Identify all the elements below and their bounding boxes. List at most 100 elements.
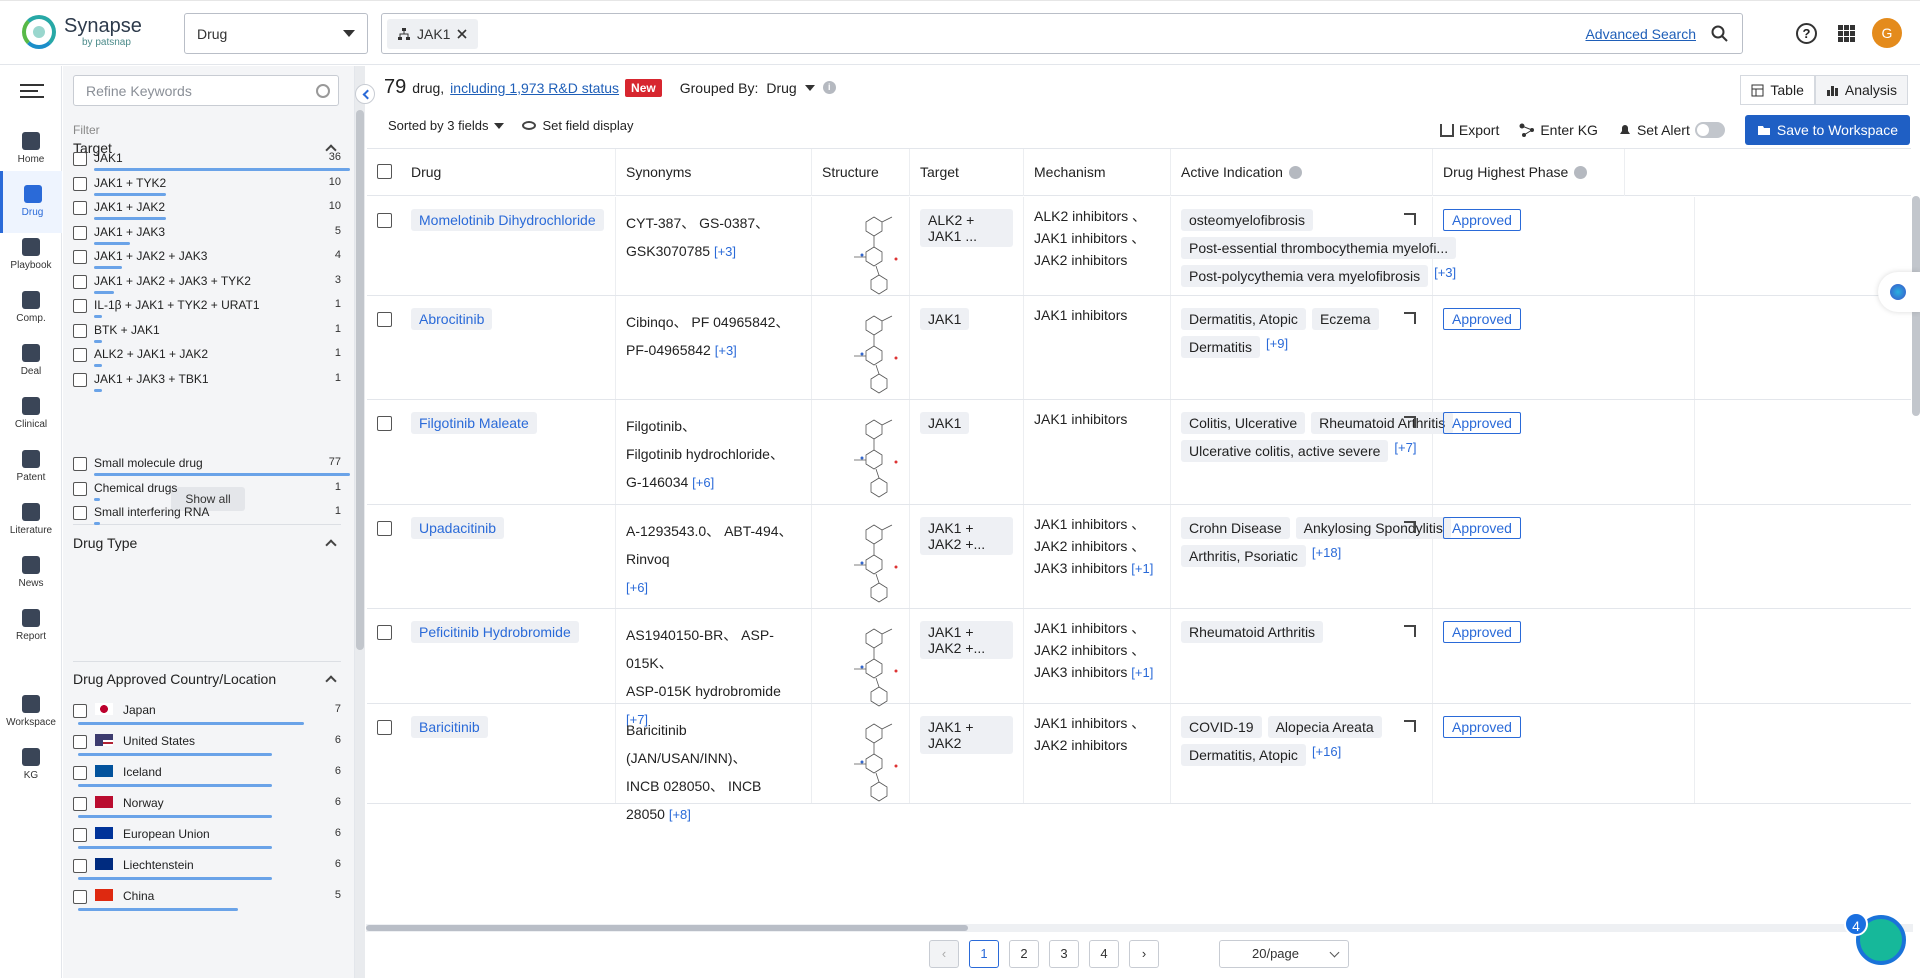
expand-icon[interactable] bbox=[1404, 625, 1416, 637]
mechanism-more-link[interactable]: [+1] bbox=[1131, 665, 1153, 680]
tab-table[interactable]: Table bbox=[1740, 75, 1814, 105]
checkbox[interactable] bbox=[73, 828, 87, 842]
filter-scrollbar[interactable] bbox=[355, 66, 365, 978]
set-alert-control[interactable]: Set Alert bbox=[1618, 122, 1725, 138]
sort-dropdown[interactable]: Sorted by 3 fields bbox=[388, 118, 504, 133]
country-group-title[interactable]: Drug Approved Country/Location bbox=[73, 671, 276, 687]
indication-chip[interactable]: Crohn Disease bbox=[1181, 517, 1290, 539]
save-to-workspace-button[interactable]: Save to Workspace bbox=[1745, 115, 1910, 145]
info-icon[interactable] bbox=[1574, 166, 1587, 179]
expand-icon[interactable] bbox=[1404, 416, 1416, 428]
advanced-search-link[interactable]: Advanced Search bbox=[1585, 26, 1696, 42]
expand-icon[interactable] bbox=[1404, 521, 1416, 533]
checkbox[interactable] bbox=[73, 275, 87, 289]
drugtype-group-title[interactable]: Drug Type bbox=[73, 535, 137, 551]
indication-chip[interactable]: Eczema bbox=[1312, 308, 1379, 330]
checkbox[interactable] bbox=[73, 797, 87, 811]
checkbox[interactable] bbox=[73, 348, 87, 362]
target-chip[interactable]: JAK1 bbox=[920, 308, 969, 330]
filter-option[interactable]: European Union6 bbox=[73, 824, 341, 854]
page-button-3[interactable]: 3 bbox=[1049, 940, 1079, 968]
checkbox[interactable] bbox=[73, 250, 87, 264]
search-tag[interactable]: JAK1 bbox=[387, 19, 478, 49]
indication-more-link[interactable]: [+16] bbox=[1312, 744, 1341, 766]
target-chip[interactable]: JAK1 + JAK2 +... bbox=[920, 517, 1013, 555]
column-header-target[interactable]: Target bbox=[910, 149, 1024, 196]
question-circle-icon[interactable]: ? bbox=[1796, 23, 1817, 44]
tab-analysis[interactable]: Analysis bbox=[1815, 75, 1908, 105]
expand-icon[interactable] bbox=[1404, 213, 1416, 225]
chevron-right-icon[interactable]: › bbox=[1129, 940, 1159, 968]
checkbox[interactable] bbox=[73, 201, 87, 215]
synapse-logo[interactable]: Synapse by patsnap bbox=[22, 15, 142, 49]
indication-chip[interactable]: COVID-19 bbox=[1181, 716, 1262, 738]
column-header-mechanism[interactable]: Mechanism bbox=[1024, 149, 1171, 196]
indication-chip[interactable]: Post-polycythemia vera myelofibrosis bbox=[1181, 265, 1428, 287]
target-chip[interactable]: JAK1 + JAK2 +... bbox=[920, 621, 1013, 659]
filter-option[interactable]: Liechtenstein6 bbox=[73, 855, 341, 885]
drug-name-link[interactable]: Momelotinib Dihydrochloride bbox=[411, 209, 604, 231]
checkbox[interactable] bbox=[73, 457, 87, 471]
enter-kg-button[interactable]: Enter KG bbox=[1519, 122, 1598, 138]
rd-status-link[interactable]: including 1,973 R&D status bbox=[450, 80, 619, 96]
grid-icon[interactable] bbox=[1838, 25, 1855, 42]
checkbox[interactable] bbox=[73, 735, 87, 749]
row-checkbox[interactable] bbox=[377, 521, 392, 536]
indication-chip[interactable]: Dermatitis bbox=[1181, 336, 1260, 358]
search-input[interactable]: JAK1 Advanced Search bbox=[381, 13, 1743, 54]
indication-chip[interactable]: Dermatitis, Atopic bbox=[1181, 308, 1306, 330]
target-chip[interactable]: JAK1 + JAK2 bbox=[920, 716, 1013, 754]
set-field-display-button[interactable]: Set field display bbox=[522, 118, 633, 133]
checkbox[interactable] bbox=[73, 859, 87, 873]
target-chip[interactable]: JAK1 bbox=[920, 412, 969, 434]
indication-chip[interactable]: Ankylosing Spondylitis bbox=[1296, 517, 1451, 539]
filter-option[interactable]: JAK1 + JAK3 + TBK11 bbox=[73, 369, 341, 399]
avatar[interactable]: G bbox=[1872, 18, 1902, 48]
target-chip[interactable]: ALK2 + JAK1 ... bbox=[920, 209, 1013, 247]
page-button-2[interactable]: 2 bbox=[1009, 940, 1039, 968]
indication-chip[interactable]: Colitis, Ulcerative bbox=[1181, 412, 1305, 434]
chevron-left-icon[interactable]: ‹ bbox=[929, 940, 959, 968]
indication-chip[interactable]: Dermatitis, Atopic bbox=[1181, 744, 1306, 766]
drug-name-link[interactable]: Peficitinib Hydrobromide bbox=[411, 621, 579, 643]
indication-chip[interactable]: osteomyelofibrosis bbox=[1181, 209, 1313, 231]
indication-more-link[interactable]: [+9] bbox=[1266, 336, 1288, 358]
indication-chip[interactable]: Rheumatoid Arthritis bbox=[1181, 621, 1323, 643]
menu-toggle-icon[interactable] bbox=[20, 84, 44, 100]
filter-option[interactable]: Japan7 bbox=[73, 700, 341, 730]
column-header-drug[interactable]: Drug bbox=[401, 149, 616, 196]
close-icon[interactable] bbox=[456, 28, 468, 40]
expand-icon[interactable] bbox=[1404, 720, 1416, 732]
synonyms-more-link[interactable]: [+8] bbox=[669, 807, 691, 822]
search-type-select[interactable]: Drug bbox=[184, 13, 368, 54]
page-button-1[interactable]: 1 bbox=[969, 940, 999, 968]
indication-chip[interactable]: Arthritis, Psoriatic bbox=[1181, 545, 1306, 567]
mechanism-more-link[interactable]: [+1] bbox=[1131, 561, 1153, 576]
nav-kg[interactable]: KG bbox=[0, 734, 62, 796]
expand-icon[interactable] bbox=[1404, 312, 1416, 324]
per-page-select[interactable]: 20/page bbox=[1219, 940, 1349, 968]
drug-name-link[interactable]: Upadacitinib bbox=[411, 517, 504, 539]
checkbox[interactable] bbox=[73, 324, 87, 338]
assistant-side-widget[interactable] bbox=[1878, 272, 1920, 312]
filter-option[interactable]: Norway6 bbox=[73, 793, 341, 823]
checkbox[interactable] bbox=[73, 704, 87, 718]
page-button-4[interactable]: 4 bbox=[1089, 940, 1119, 968]
indication-chip[interactable]: Rheumatoid Arthritis bbox=[1311, 412, 1453, 434]
export-button[interactable]: Export bbox=[1440, 122, 1499, 138]
synonyms-more-link[interactable]: [+3] bbox=[714, 244, 736, 259]
refine-keywords-input[interactable]: Refine Keywords bbox=[73, 75, 339, 106]
row-checkbox[interactable] bbox=[377, 625, 392, 640]
checkbox[interactable] bbox=[73, 482, 87, 496]
indication-more-link[interactable]: [+18] bbox=[1312, 545, 1341, 567]
column-header-drug-highest-phase[interactable]: Drug Highest Phase bbox=[1433, 149, 1625, 196]
synonyms-more-link[interactable]: [+6] bbox=[626, 580, 648, 595]
synonyms-more-link[interactable]: [+3] bbox=[715, 343, 737, 358]
grouped-by[interactable]: Grouped By: Drug i bbox=[680, 80, 836, 96]
row-checkbox[interactable] bbox=[377, 213, 392, 228]
checkbox[interactable] bbox=[73, 226, 87, 240]
chevron-up-icon[interactable] bbox=[325, 539, 336, 550]
info-icon[interactable]: i bbox=[823, 81, 836, 94]
checkbox[interactable] bbox=[73, 890, 87, 904]
drug-name-link[interactable]: Abrocitinib bbox=[411, 308, 492, 330]
